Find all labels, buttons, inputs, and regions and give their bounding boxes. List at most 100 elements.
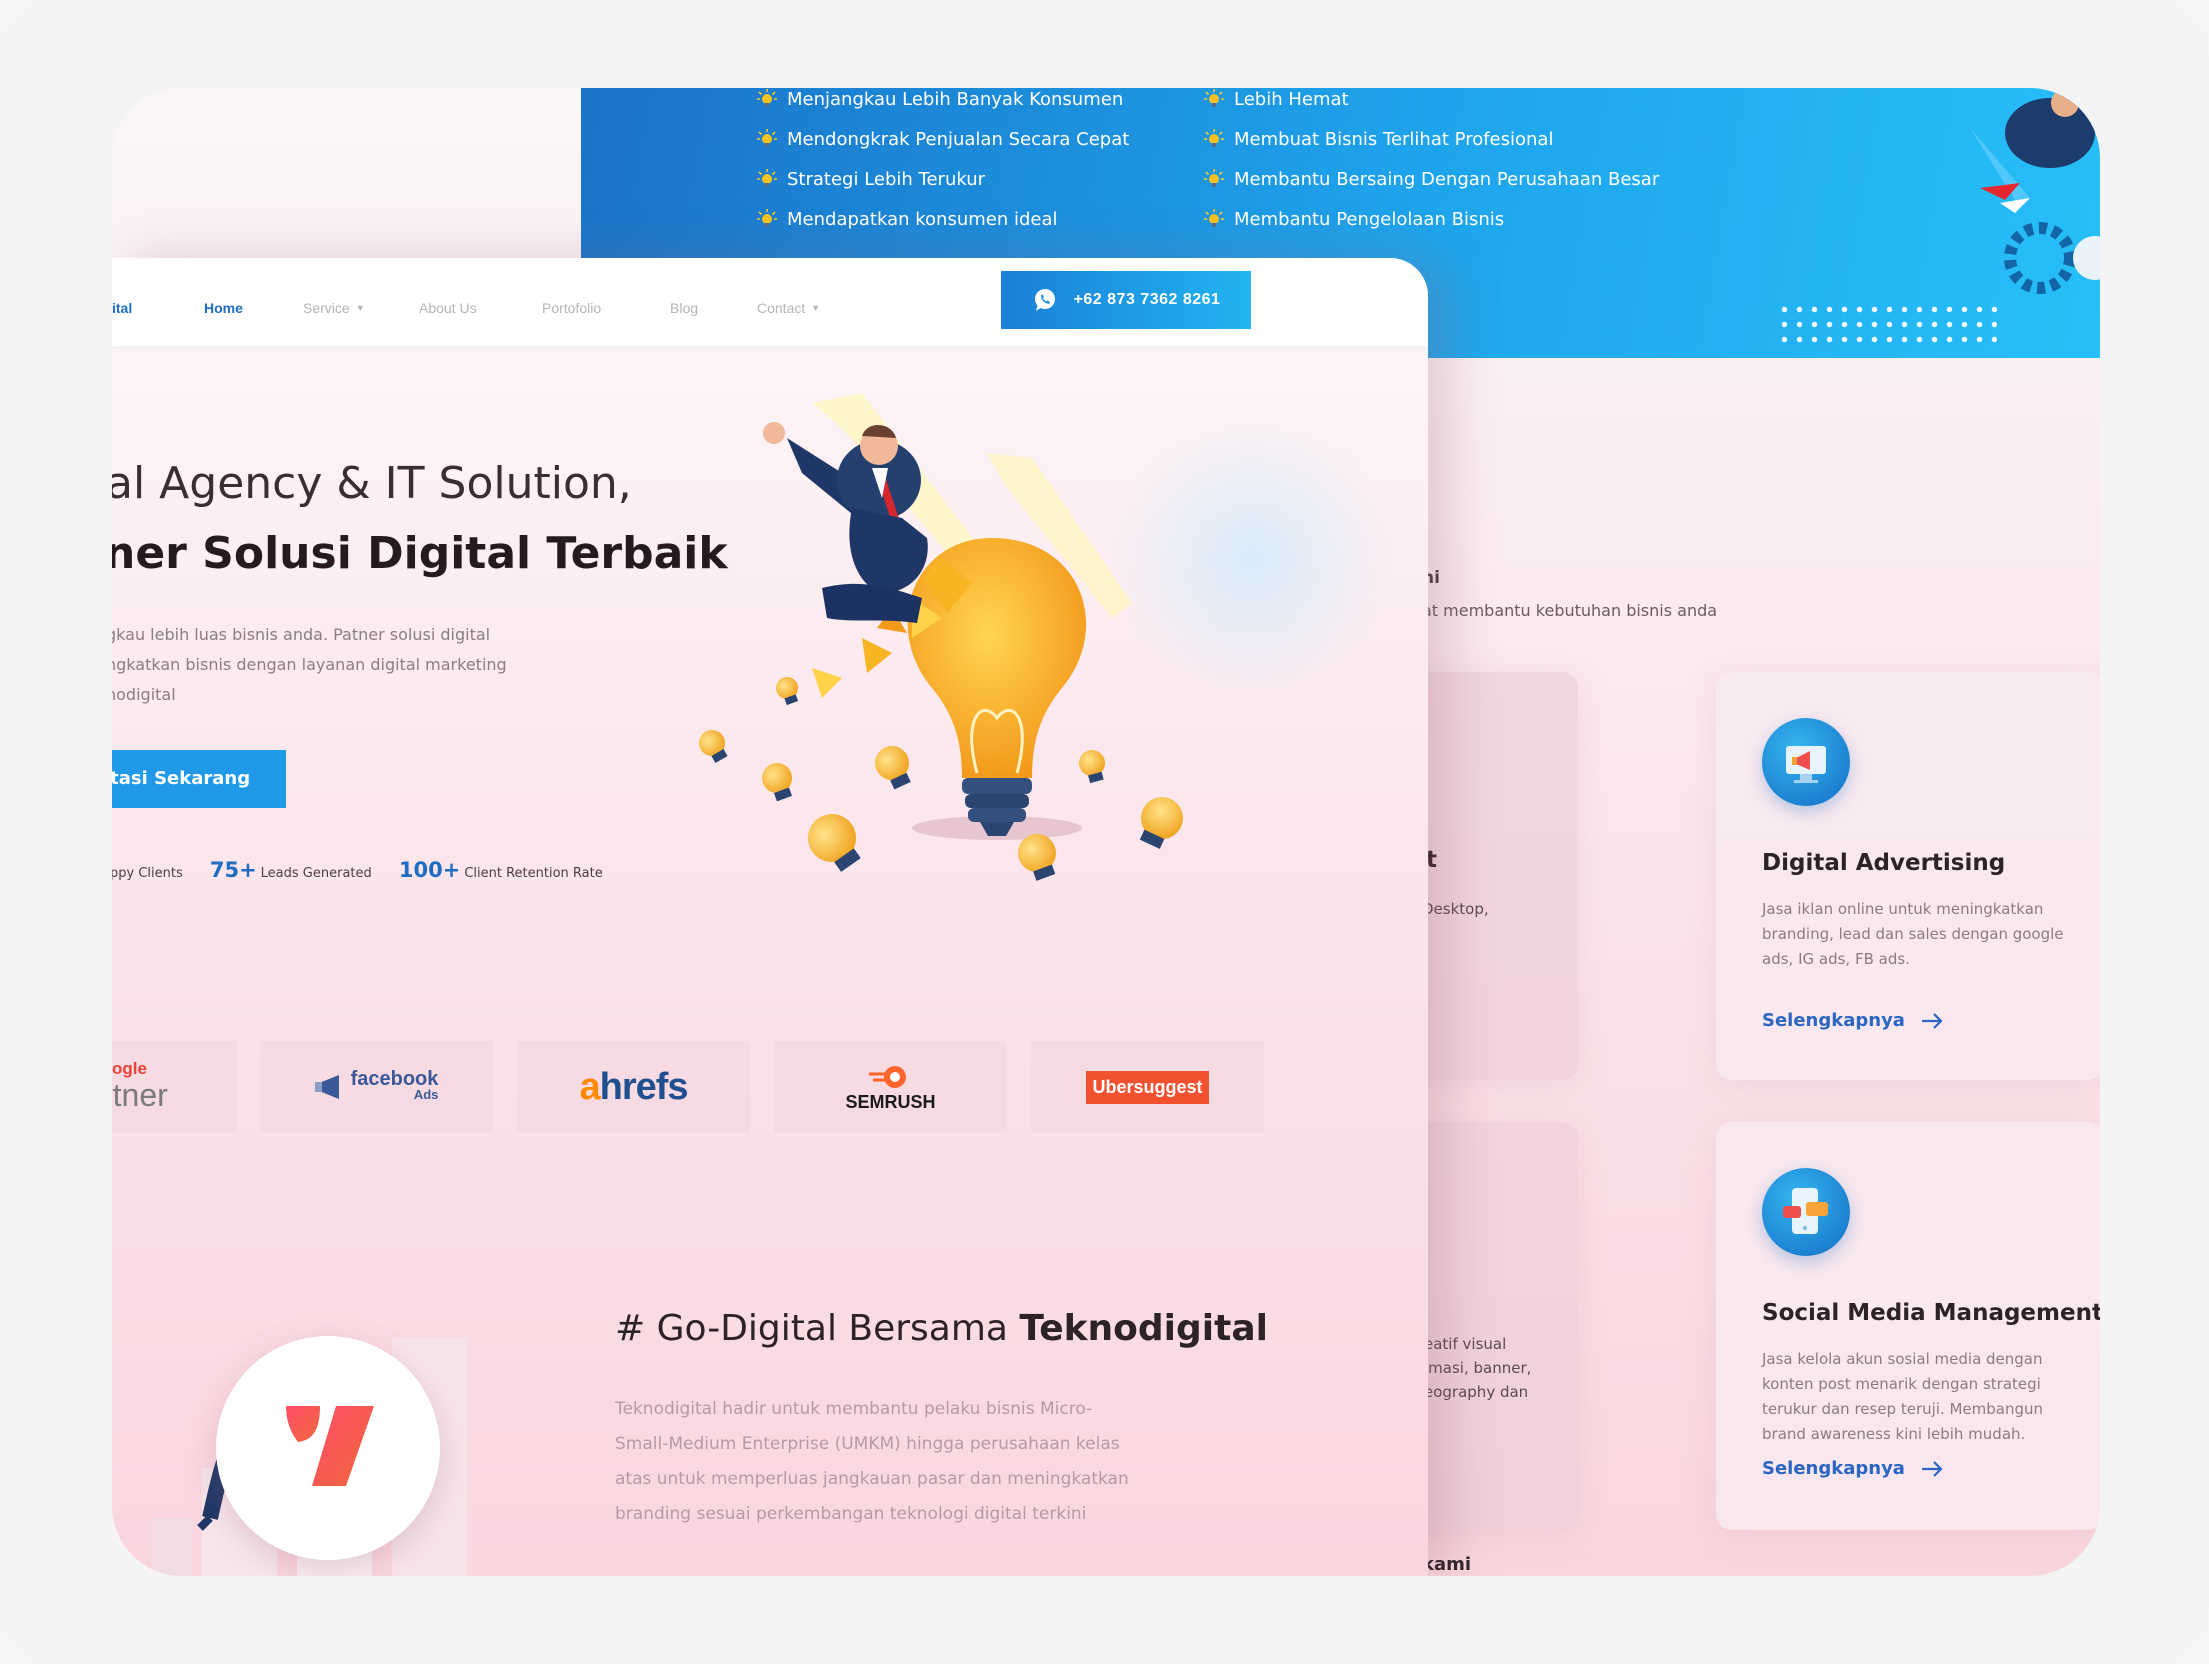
service-title: Social Media Management [1762,1300,2100,1326]
lightbulb-icon [757,209,777,227]
ahrefs-logo: ahrefs [579,1065,689,1109]
nav-service-label: Service [303,300,350,316]
benefit-item: Membantu Pengelolaan Bisnis [1204,200,1504,240]
about-title-prefix: # Go-Digital Bersama [615,1308,1020,1349]
partner-google: ogle rtner [112,1041,237,1133]
lightbulb-icon [1204,89,1224,107]
service-desc-partial: eatif visual [1424,1335,1507,1353]
phone-number: +62 873 7362 8261 [1073,291,1221,308]
stat-retention: 100+ Client Retention Rate [399,858,603,882]
about-description-line: branding sesuai perkembangan teknologi d… [615,1504,1087,1524]
nav-about-us[interactable]: About Us [419,300,477,316]
hero-description-line: ngkatkan bisnis dengan layanan digital m… [112,655,507,674]
partner-semrush: SEMRUSH [774,1041,1007,1133]
whatsapp-phone-button[interactable]: +62 873 7362 8261 [1001,271,1251,329]
benefit-item: Strategi Lebih Terukur [757,160,985,200]
partner-ubersuggest: Ubersuggest [1031,1041,1264,1133]
nav-contact[interactable]: Contact ▼ [757,300,820,316]
read-more-link[interactable]: Selengkapnya [1762,1458,1943,1479]
about-title: # Go-Digital Bersama Teknodigital [615,1308,1268,1349]
site-logo[interactable]: ital [112,300,132,316]
teknodigital-logo-icon [286,1406,374,1486]
partner-wordmark: rtner [112,1077,168,1113]
benefit-item: Lebih Hemat [1204,88,1349,120]
partner-facebook-ads: facebook Ads [260,1041,493,1133]
screenshot-frame: Menjangkau Lebih Banyak Konsumen Mendong… [0,0,2209,1664]
brand-logo-badge [216,1336,440,1560]
stat-label: Client Retention Rate [464,866,603,881]
top-navbar: ital Home Service ▼ About Us Portofolio B… [112,258,1428,346]
stat-number: 100+ [398,858,461,882]
whatsapp-icon [1034,289,1055,311]
stat-label: Leads Generated [260,866,372,881]
lightbulb-icon [1204,129,1224,147]
services-section: ni at membantu kebutuhan bisnis anda t D… [1262,358,2100,1576]
rocket-businessman-illustration [1970,89,2100,294]
nav-service[interactable]: Service ▼ [303,300,365,316]
stat-number: 75+ [209,858,257,882]
semrush-fire-icon [869,1065,907,1088]
chevron-down-icon: ▼ [355,303,365,313]
services-subheading: at membantu kebutuhan bisnis anda [1422,601,1718,620]
consult-now-button[interactable]: ltasi Sekarang [112,750,286,808]
lightbulb-icon [1204,209,1224,227]
semrush-wordmark: SEMRUSH [845,1091,936,1112]
about-description: Teknodigital hadir untuk membantu pelaku… [615,1392,1175,1532]
service-desc-partial: Desktop, [1422,900,1489,918]
section-heading-partial: kami [1422,1554,1472,1575]
service-desc-partial: imasi, banner, [1424,1359,1532,1377]
arrow-right-icon [1921,1013,1943,1029]
hero-description-line: nodigital [112,685,176,704]
stat-happy-clients: ppy Clients [112,858,183,882]
service-description: Jasa iklan online untuk meningkatkan bra… [1762,900,2064,968]
hero-description-line: gkau lebih luas bisnis anda. Patner solu… [112,625,491,644]
google-partner-logo: ogle [112,1059,147,1079]
service-card-digital-advertising[interactable]: Digital Advertising Jasa iklan online un… [1716,672,2100,1080]
read-more-label: Selengkapnya [1762,1010,1905,1031]
nav-portofolio[interactable]: Portofolio [542,300,601,316]
service-description: Jasa kelola akun sosial media dengan kon… [1762,1350,2044,1443]
nav-contact-label: Contact [757,300,806,316]
google-wordmark: ogle [112,1059,147,1078]
homepage-preview: ital Home Service ▼ About Us Portofolio B… [112,258,1428,1576]
facebook-ads-logo: facebook Ads [351,1069,439,1103]
semrush-logo: SEMRUSH [845,1064,936,1112]
small-lightbulb-icons [699,677,1183,881]
arrow-right-icon [1921,1461,1943,1477]
megaphone-monitor-icon [1762,718,1850,806]
hero-stats: ppy Clients 75+ Leads Generated 100+ Clien… [112,858,625,882]
service-title: Digital Advertising [1762,850,2006,876]
lightbulb-businessman-illustration [699,393,1392,881]
about-description-line: Teknodigital hadir untuk membantu pelaku… [615,1399,1093,1419]
partner-ahrefs: ahrefs [517,1041,750,1133]
hero-headline-line2: ner Solusi Digital Terbaik [112,528,728,579]
about-description-line: atas untuk memperluas jangkauan pasar da… [615,1469,1129,1489]
stat-label: ppy Clients [112,866,183,881]
ahrefs-letter: a [579,1065,600,1108]
benefit-item: Membantu Bersaing Dengan Perusahaan Besa… [1204,160,1659,200]
ubersuggest-logo: Ubersuggest [1086,1070,1209,1104]
service-card-social-media[interactable]: Social Media Management Jasa kelola akun… [1716,1122,2100,1530]
about-title-brand: Teknodigital [1019,1308,1268,1349]
benefit-item: Membuat Bisnis Terlihat Profesional [1204,120,1553,160]
read-more-label: Selengkapnya [1762,1458,1905,1479]
chevron-down-icon: ▼ [811,303,821,313]
ahrefs-wordmark: hrefs [599,1065,689,1108]
benefit-item: Mendongkrak Penjualan Secara Cepat [757,120,1129,160]
nav-blog[interactable]: Blog [670,300,698,316]
benefit-item: Mendapatkan konsumen ideal [757,200,1058,240]
read-more-link[interactable]: Selengkapnya [1762,1010,1943,1031]
service-desc-partial: eography dan [1424,1383,1529,1401]
lightbulb-icon [1204,169,1224,187]
benefit-item: Menjangkau Lebih Banyak Konsumen [757,88,1123,120]
website-mockup: Menjangkau Lebih Banyak Konsumen Mendong… [112,88,2100,1576]
stat-leads: 75+ Leads Generated [210,858,372,882]
lightbulb-icon [757,89,777,107]
hero-headline-line1: al Agency & IT Solution, [112,458,632,509]
about-description-line: Small-Medium Enterprise (UMKM) hingga pe… [615,1434,1120,1454]
megaphone-icon [314,1075,339,1099]
lightbulb-icon [757,129,777,147]
hero-description: gkau lebih luas bisnis anda. Patner solu… [112,620,507,710]
lightbulb-icon [757,169,777,187]
nav-home[interactable]: Home [204,300,243,316]
